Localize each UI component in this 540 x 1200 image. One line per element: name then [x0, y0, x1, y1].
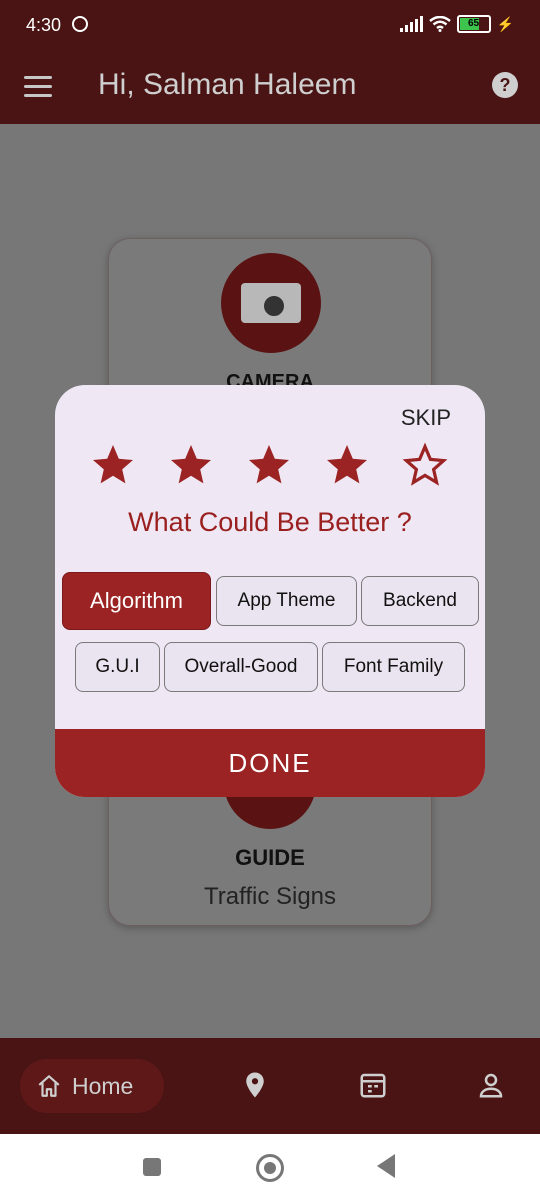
feedback-question: What Could Be Better ? — [128, 507, 412, 537]
recents-icon[interactable] — [143, 1158, 161, 1176]
guide-label: GUIDE — [235, 845, 305, 870]
status-icons: 65 ⚡ — [399, 15, 514, 33]
app-bar: Hi, Salman Haleem ? — [0, 52, 540, 124]
chip-backend[interactable]: Backend — [361, 576, 479, 626]
chip-app-theme[interactable]: App Theme — [216, 576, 357, 626]
menu-icon[interactable] — [24, 76, 52, 98]
profile-icon[interactable] — [476, 1070, 506, 1100]
wifi-icon — [428, 16, 451, 32]
nav-home[interactable]: Home — [20, 1059, 164, 1113]
skip-button[interactable]: SKIP — [401, 405, 451, 431]
battery-level: 65 — [468, 18, 480, 29]
notification-icon — [72, 16, 88, 32]
done-button[interactable]: DONE — [55, 729, 485, 797]
camera-icon — [221, 253, 321, 353]
help-icon[interactable]: ? — [492, 72, 518, 98]
star-outline-icon-5[interactable] — [401, 441, 449, 489]
system-navigation-bar — [0, 1134, 540, 1200]
page-title: Hi, Salman Haleem — [98, 68, 357, 101]
star-icon-1[interactable] — [89, 441, 137, 489]
signal-icon — [399, 16, 423, 32]
chip-gui[interactable]: G.U.I — [75, 642, 160, 692]
charging-icon: ⚡ — [496, 15, 514, 32]
chip-font-family[interactable]: Font Family — [322, 642, 465, 692]
back-icon[interactable] — [377, 1154, 395, 1178]
battery-icon: 65 — [456, 15, 491, 33]
nav-home-label: Home — [72, 1072, 134, 1099]
home-icon — [38, 1075, 60, 1097]
home-system-icon[interactable] — [256, 1154, 284, 1182]
guide-subtitle: Traffic Signs — [203, 883, 337, 910]
star-icon-4[interactable] — [323, 441, 371, 489]
star-rating — [89, 441, 449, 489]
feedback-dialog: SKIP What Could Be Better ? Algorithm Ap… — [55, 385, 485, 797]
chip-algorithm[interactable]: Algorithm — [62, 572, 211, 630]
bottom-navigation: Home — [0, 1038, 540, 1134]
calendar-icon[interactable] — [358, 1070, 388, 1100]
star-icon-2[interactable] — [167, 441, 215, 489]
status-time: 4:30 — [26, 15, 62, 35]
location-icon[interactable] — [240, 1070, 270, 1100]
star-icon-3[interactable] — [245, 441, 293, 489]
chip-overall-good[interactable]: Overall-Good — [164, 642, 318, 692]
status-bar: 4:30 65 ⚡ — [0, 0, 540, 52]
